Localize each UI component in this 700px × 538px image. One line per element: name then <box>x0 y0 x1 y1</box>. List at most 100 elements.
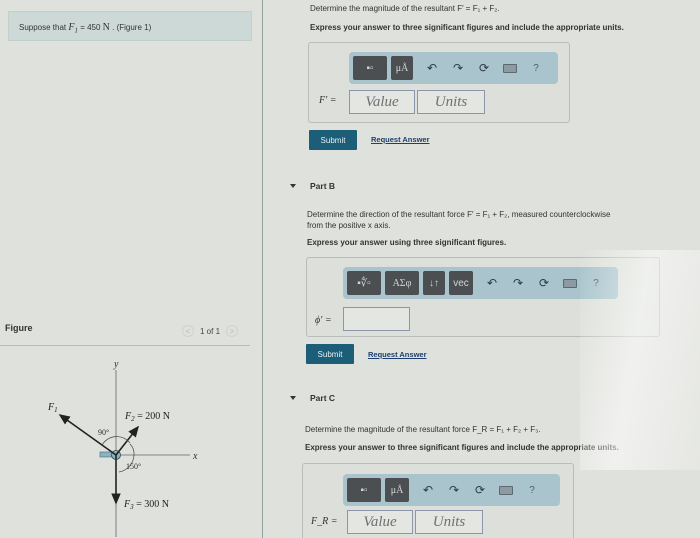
template-button[interactable]: ▪▫ <box>347 478 381 502</box>
redo-button[interactable]: ↷ <box>447 56 469 80</box>
help-button[interactable]: ? <box>585 271 607 295</box>
reset-icon: ⟳ <box>474 483 486 497</box>
part-c-answer-label: F_R = <box>311 516 338 527</box>
part-c-header[interactable]: Part C <box>290 393 335 403</box>
page: Suppose that F1 = 450 N . (Figure 1) Fig… <box>0 0 700 538</box>
part-b-title: Part B <box>310 181 336 191</box>
vector-icon: vec <box>453 277 469 289</box>
part-a-question: Determine the magnitude of the resultant… <box>310 4 500 13</box>
figure-page-indicator: 1 of 1 <box>200 326 221 336</box>
reset-icon: ⟳ <box>538 276 550 290</box>
figure-ref: . (Figure 1) <box>109 23 152 32</box>
force-f2-arrow <box>115 425 139 456</box>
part-c-title: Part C <box>310 393 336 403</box>
reset-button[interactable]: ⟳ <box>473 56 495 80</box>
part-a-value-input[interactable]: Value <box>349 90 415 114</box>
force-unit: N <box>102 22 110 33</box>
part-b-answer-box: ▪∜▫ ΑΣφ ↓↑ vec ↶ ↷ ⟳ ? ϕ′ = <box>306 257 660 337</box>
part-c-value-input[interactable]: Value <box>347 510 413 534</box>
part-b-toolbar: ▪∜▫ ΑΣφ ↓↑ vec ↶ ↷ ⟳ ? <box>343 267 618 299</box>
angle-arc-f2-x <box>129 443 135 456</box>
reset-button[interactable]: ⟳ <box>469 478 491 502</box>
collapse-caret-icon <box>290 396 296 400</box>
template-button[interactable]: ▪▫ <box>353 56 387 80</box>
part-c-answer-box: ▪▫ μÅ ↶ ↷ ⟳ ? F_R = Value Units <box>302 463 574 538</box>
keyboard-icon <box>503 63 517 73</box>
undo-button[interactable]: ↶ <box>417 478 439 502</box>
part-c-units-input[interactable]: Units <box>415 510 483 534</box>
figure-divider <box>0 345 250 346</box>
help-icon: ? <box>593 277 599 289</box>
part-c-question: Determine the magnitude of the resultant… <box>305 425 541 434</box>
keyboard-icon <box>563 278 577 288</box>
vector-button[interactable]: vec <box>449 271 473 295</box>
template-icon: ▪▫ <box>360 484 368 496</box>
part-b-request-answer-link[interactable]: Request Answer <box>368 350 427 359</box>
angle-150-label: 150° <box>126 462 141 471</box>
reset-icon: ⟳ <box>478 61 490 75</box>
redo-button[interactable]: ↷ <box>443 478 465 502</box>
column-divider <box>262 0 263 538</box>
help-button[interactable]: ? <box>521 478 543 502</box>
figure-header: Figure <box>5 323 33 333</box>
part-a-answer-label: F′ = <box>319 95 337 106</box>
problem-statement: Suppose that F1 = 450 N . (Figure 1) <box>8 11 252 41</box>
force-f1-label: F1 <box>47 402 58 414</box>
part-b-header[interactable]: Part B <box>290 181 335 191</box>
undo-button[interactable]: ↶ <box>481 271 503 295</box>
part-a-submit-button[interactable]: Submit <box>309 130 357 150</box>
undo-button[interactable]: ↶ <box>421 56 443 80</box>
part-a-answer-box: ▪▫ μÅ ↶ ↷ ⟳ ? F′ = Value Units <box>308 42 570 123</box>
template-root-button[interactable]: ▪∜▫ <box>347 271 381 295</box>
force-f2-label: F2 = 200 N <box>124 411 170 423</box>
redo-button[interactable]: ↷ <box>507 271 529 295</box>
part-a-units-input[interactable]: Units <box>417 90 485 114</box>
keyboard-button[interactable] <box>495 478 517 502</box>
part-b-instruction: Express your answer using three signific… <box>307 238 507 247</box>
x-axis-label: x <box>192 451 198 462</box>
help-button[interactable]: ? <box>525 56 547 80</box>
keyboard-button[interactable] <box>499 56 521 80</box>
reset-button[interactable]: ⟳ <box>533 271 555 295</box>
y-axis-label: y <box>113 359 119 370</box>
figure-pager: < 1 of 1 > <box>182 325 239 337</box>
arrows-icon: ↓↑ <box>429 277 439 289</box>
undo-icon: ↶ <box>486 276 498 290</box>
intro-text: Suppose that <box>19 23 69 32</box>
part-c-instruction: Express your answer to three significant… <box>305 443 619 452</box>
force-equals: = 450 <box>77 23 103 32</box>
part-b-question-line2: from the positive x axis. <box>307 221 391 230</box>
part-a-request-answer-link[interactable]: Request Answer <box>371 135 430 144</box>
units-button[interactable]: μÅ <box>391 56 413 80</box>
part-b-answer-label: ϕ′ = <box>315 315 332 326</box>
part-b-submit-button[interactable]: Submit <box>306 344 354 364</box>
collapse-caret-icon <box>290 184 296 188</box>
greek-symbols-icon: ΑΣφ <box>392 277 412 289</box>
help-icon: ? <box>529 484 535 496</box>
units-icon: μÅ <box>390 484 404 496</box>
part-b-angle-input[interactable] <box>343 307 410 331</box>
greek-symbols-button[interactable]: ΑΣφ <box>385 271 419 295</box>
units-button[interactable]: μÅ <box>385 478 409 502</box>
previous-figure-button[interactable]: < <box>182 325 194 337</box>
arrows-button[interactable]: ↓↑ <box>423 271 445 295</box>
redo-icon: ↷ <box>512 276 524 290</box>
angle-90-label: 90° <box>98 428 109 437</box>
undo-icon: ↶ <box>422 483 434 497</box>
template-root-icon: ▪∜▫ <box>357 277 371 289</box>
units-icon: μÅ <box>395 62 409 74</box>
part-b-question-line1: Determine the direction of the resultant… <box>307 210 611 219</box>
template-icon: ▪▫ <box>366 62 374 74</box>
undo-icon: ↶ <box>426 61 438 75</box>
next-figure-button[interactable]: > <box>226 325 239 337</box>
redo-icon: ↷ <box>448 483 460 497</box>
force-f3-label: F3 = 300 N <box>123 499 169 511</box>
redo-icon: ↷ <box>452 61 464 75</box>
force-diagram: y x F1 F2 = 200 N F3 = 300 N 90° 150° <box>47 359 198 537</box>
keyboard-icon <box>499 485 513 495</box>
part-a-instruction: Express your answer to three significant… <box>310 23 624 32</box>
keyboard-button[interactable] <box>559 271 581 295</box>
part-a-toolbar: ▪▫ μÅ ↶ ↷ ⟳ ? <box>349 52 558 84</box>
part-c-toolbar: ▪▫ μÅ ↶ ↷ ⟳ ? <box>343 474 560 506</box>
help-icon: ? <box>533 62 539 74</box>
